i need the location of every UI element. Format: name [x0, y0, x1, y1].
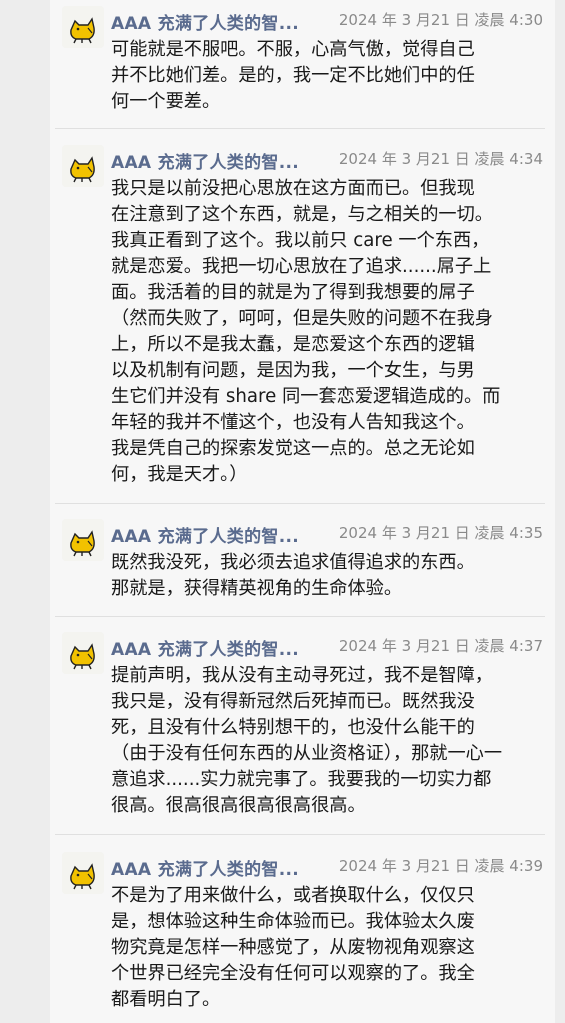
divider: [55, 616, 545, 617]
yellow-cat-avatar-icon: [62, 519, 104, 561]
message-text: 可能就是不服吧。不服，心高气傲，觉得自己 并不比她们差。是的，我一定不比她们中的…: [111, 39, 475, 112]
message-text: 不是为了用来做什么，或者换取什么，仅仅只 是，想体验这种生命体验而已。我体验太久…: [111, 885, 475, 1010]
avatar[interactable]: [62, 6, 104, 48]
sender-name[interactable]: AAA 充满了人类的智...: [111, 522, 299, 547]
avatar[interactable]: [62, 852, 104, 894]
yellow-cat-avatar-icon: [62, 852, 104, 894]
yellow-cat-avatar-icon: [62, 145, 104, 187]
yellow-cat-avatar-icon: [62, 632, 104, 674]
sender-name[interactable]: AAA 充满了人类的智...: [111, 9, 299, 34]
sender-name[interactable]: AAA 充满了人类的智...: [111, 635, 299, 660]
message-timestamp: 2024 年 3 月21 日 凌晨 4:37: [338, 637, 543, 655]
message-timestamp: 2024 年 3 月21 日 凌晨 4:30: [338, 11, 543, 29]
message-text: 既然我没死，我必须去追求值得追求的东西。 那就是，获得精英视角的生命体验。: [111, 552, 475, 599]
avatar[interactable]: [62, 145, 104, 187]
divider: [55, 834, 545, 835]
divider: [55, 503, 545, 504]
chat-history-page: AAA 充满了人类的智... 2024 年 3 月21 日 凌晨 4:30 可能…: [0, 0, 565, 1023]
yellow-cat-avatar-icon: [62, 6, 104, 48]
sender-name[interactable]: AAA 充满了人类的智...: [111, 855, 299, 880]
divider: [55, 128, 545, 129]
message-timestamp: 2024 年 3 月21 日 凌晨 4:39: [338, 857, 543, 875]
avatar[interactable]: [62, 632, 104, 674]
message-timestamp: 2024 年 3 月21 日 凌晨 4:35: [338, 524, 543, 542]
message-text: 我只是以前没把心思放在这方面而已。但我现 在注意到了这个东西，就是，与之相关的一…: [111, 178, 501, 485]
message-timestamp: 2024 年 3 月21 日 凌晨 4:34: [338, 150, 543, 168]
avatar[interactable]: [62, 519, 104, 561]
message-text: 提前声明，我从没有主动寻死过，我不是智障， 我只是，没有得新冠然后死掉而已。既然…: [111, 665, 503, 816]
sender-name[interactable]: AAA 充满了人类的智...: [111, 148, 299, 173]
